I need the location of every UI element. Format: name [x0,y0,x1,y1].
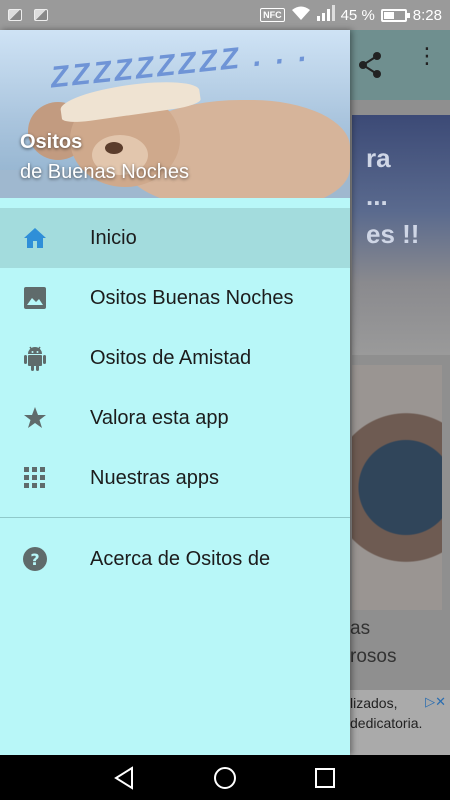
image-card[interactable]: ra ... es !! [352,115,450,355]
image-card[interactable] [352,365,442,610]
drawer-item-inicio[interactable]: Inicio [0,208,350,268]
drawer-title: Ositos [20,131,83,153]
android-icon [22,345,48,371]
ad-banner[interactable]: lizados, dedicatoria. ▷✕ [350,690,450,755]
image-card-text: ra ... es !! [366,143,420,249]
drawer-divider [0,517,350,518]
drawer-item-label: Inicio [90,226,137,249]
drawer-subtitle: de Buenas Noches [20,161,190,183]
recents-icon[interactable] [312,765,338,791]
nfc-icon: NFC [260,8,285,22]
drawer-item-label: Acerca de Ositos de [90,547,271,570]
home-icon [22,225,48,251]
drawer-item-label: Ositos de Amistad [90,346,252,369]
share-icon[interactable] [357,50,383,80]
drawer-item-ositos-de-amistad[interactable]: Ositos de Amistad [0,328,350,388]
navigation-drawer: ZZZZZZZZZ . . . Ositos de Buenas Noches … [0,30,350,755]
battery-icon [380,8,410,22]
drawer-item-acerca-de[interactable]: ? Acerca de Ositos de [0,529,350,589]
star-icon [22,405,48,431]
more-options-icon[interactable]: ⋮ [416,45,438,67]
drawer-header: ZZZZZZZZZ . . . Ositos de Buenas Noches [0,30,350,198]
bear-nose-shape [105,142,123,154]
battery-percent: 45 % [340,6,375,24]
status-bar: NFC 45 % 8:28 [0,0,450,30]
ad-choices-icon[interactable]: ▷✕ [425,692,446,712]
drawer-item-label: Valora esta app [90,406,229,429]
drawer-item-label: Nuestras apps [90,466,219,489]
ad-text: lizados, dedicatoria. [350,695,423,731]
notification-image-icon [34,9,48,21]
drawer-item-label: Ositos Buenas Noches [90,286,294,309]
drawer-item-ositos-buenas-noches[interactable]: Ositos Buenas Noches [0,268,350,328]
drawer-item-nuestras-apps[interactable]: Nuestras apps [0,448,350,508]
apps-grid-icon [22,465,48,491]
image-icon [22,285,48,311]
back-icon[interactable] [112,765,138,791]
clock: 8:28 [412,6,442,24]
svg-text:?: ? [30,550,39,569]
signal-icon [316,5,335,25]
navigation-bar [0,755,450,800]
card-caption: as rosos [350,618,397,667]
help-icon: ? [22,546,48,572]
drawer-item-valora-esta-app[interactable]: Valora esta app [0,388,350,448]
notification-image-icon [8,9,22,21]
battery-fill [383,11,394,19]
home-circle-icon[interactable] [212,765,238,791]
wifi-icon [291,5,311,25]
